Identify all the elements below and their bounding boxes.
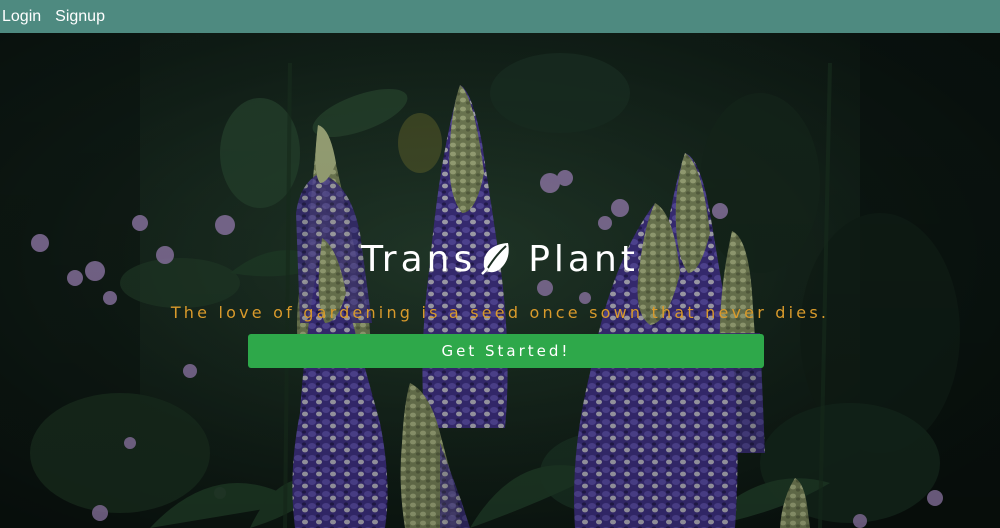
- login-link[interactable]: Login: [2, 8, 41, 25]
- top-navbar: Login Signup: [0, 0, 1000, 33]
- brand-title: Trans Plant: [0, 239, 1000, 284]
- brand-word-plant: Plant: [528, 239, 639, 280]
- leaf-icon: [480, 241, 512, 284]
- hero-section: Trans Plant The love of gardening is a s…: [0, 33, 1000, 528]
- brand-word-trans: Trans: [361, 239, 477, 280]
- hero-tagline: The love of gardening is a seed once sow…: [170, 303, 830, 322]
- landing-page: Login Signup Trans Plant The love of gar…: [0, 0, 1000, 528]
- get-started-button[interactable]: Get Started!: [248, 334, 764, 368]
- signup-link[interactable]: Signup: [55, 8, 105, 25]
